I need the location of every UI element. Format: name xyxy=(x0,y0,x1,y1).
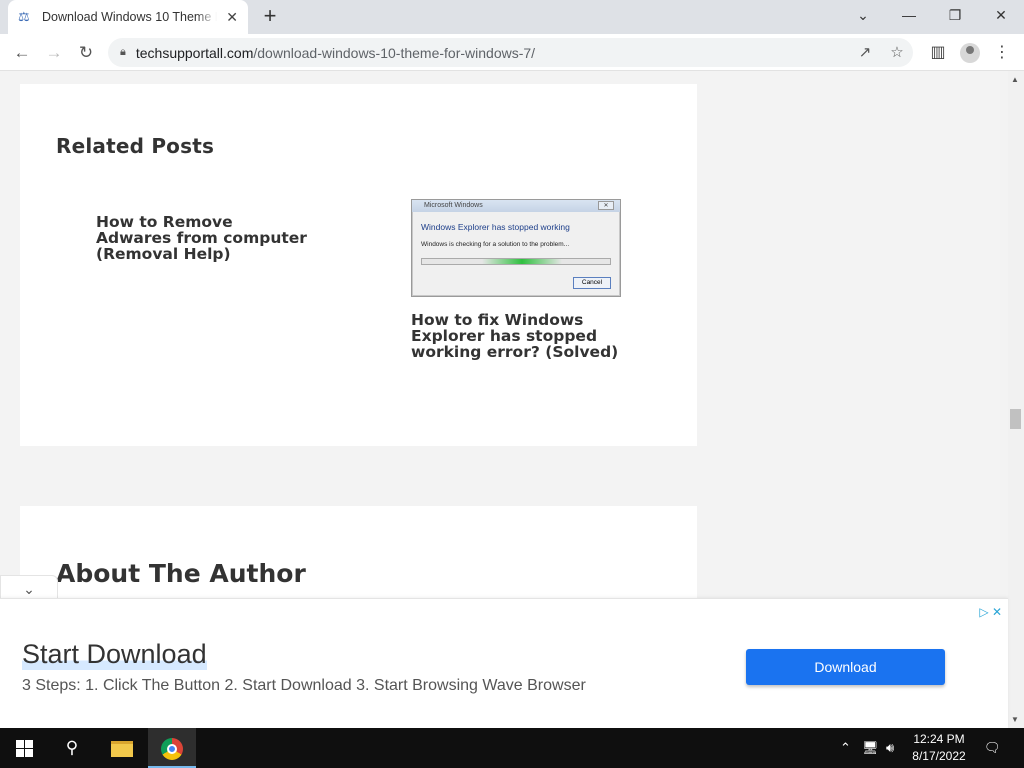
related-posts-heading: Related Posts xyxy=(56,134,215,158)
address-bar[interactable]: 🔒︎ techsupportall.com/download-windows-1… xyxy=(108,38,913,67)
reload-button[interactable]: ↻ xyxy=(73,40,99,66)
tab-active[interactable]: ⚖ Download Windows 10 Theme For Windows … xyxy=(8,0,248,34)
search-icon[interactable]: ⚲ xyxy=(48,728,96,768)
related-post-thumbnail[interactable]: Microsoft Windows ✕ Windows Explorer has … xyxy=(411,199,621,297)
notifications-icon[interactable]: 🗨︎ xyxy=(984,728,1001,768)
scroll-down-icon[interactable]: ▼ xyxy=(1011,715,1019,724)
scrollbar-thumb[interactable] xyxy=(1010,409,1021,429)
related-posts-card: Related Posts How to Remove Adwares from… xyxy=(20,84,697,446)
related-post-link[interactable]: How to fix Windows Explorer has stopped … xyxy=(411,312,621,360)
address-url[interactable]: techsupportall.com/download-windows-10-t… xyxy=(136,45,535,61)
lock-icon[interactable]: 🔒︎ xyxy=(120,46,126,59)
new-tab-button[interactable]: + xyxy=(258,5,282,29)
adchoices-icon[interactable]: ▷ ✕ xyxy=(979,605,1002,619)
about-author-heading: About The Author xyxy=(56,559,306,588)
windows-taskbar: ⚲ ⌃ 🖥︎ 🔊︎ 12:24 PM 8/17/2022 🗨︎ xyxy=(0,728,1024,768)
file-explorer-icon[interactable] xyxy=(98,728,146,768)
page-scrollbar[interactable]: ▲ ▼ xyxy=(1008,71,1024,728)
tab-search-icon[interactable]: ⌄ xyxy=(840,0,886,34)
minimize-button[interactable]: — xyxy=(886,0,932,34)
side-panel-icon[interactable]: ▥ xyxy=(925,40,951,66)
related-post-link[interactable]: How to Remove Adwares from computer (Rem… xyxy=(96,214,311,262)
restore-button[interactable]: ❐ xyxy=(932,0,978,34)
profile-avatar[interactable] xyxy=(957,40,983,66)
ad-download-button[interactable]: Download xyxy=(746,649,945,685)
ad-headline[interactable]: Start Download xyxy=(22,639,207,670)
chrome-icon[interactable] xyxy=(148,728,196,768)
network-icon[interactable]: 🖥︎ xyxy=(862,728,879,768)
tab-close-icon[interactable]: ✕ xyxy=(226,9,238,26)
ad-description: 3 Steps: 1. Click The Button 2. Start Do… xyxy=(22,677,586,694)
share-icon[interactable]: ↗ xyxy=(854,42,876,64)
tab-title: Download Windows 10 Theme For Windows 7 xyxy=(42,10,217,24)
menu-kebab-icon[interactable]: ⋮ xyxy=(989,40,1015,66)
system-clock[interactable]: 12:24 PM 8/17/2022 xyxy=(906,731,972,765)
tab-strip: ⚖ Download Windows 10 Theme For Windows … xyxy=(0,0,1024,34)
start-button[interactable] xyxy=(0,728,48,768)
browser-toolbar: ← → ↻ 🔒︎ techsupportall.com/download-win… xyxy=(0,34,1024,71)
tray-overflow-icon[interactable]: ⌃ xyxy=(840,728,851,768)
ad-banner[interactable]: ▷ ✕ Start Download 3 Steps: 1. Click The… xyxy=(0,598,1008,728)
volume-icon[interactable]: 🔊︎ xyxy=(886,728,894,768)
site-favicon-icon: ⚖ xyxy=(18,9,30,24)
close-window-button[interactable]: ✕ xyxy=(978,0,1024,34)
back-button[interactable]: ← xyxy=(9,40,35,66)
forward-button[interactable]: → xyxy=(41,40,67,66)
bookmark-star-icon[interactable]: ☆ xyxy=(886,42,908,64)
scroll-up-icon[interactable]: ▲ xyxy=(1011,75,1019,84)
